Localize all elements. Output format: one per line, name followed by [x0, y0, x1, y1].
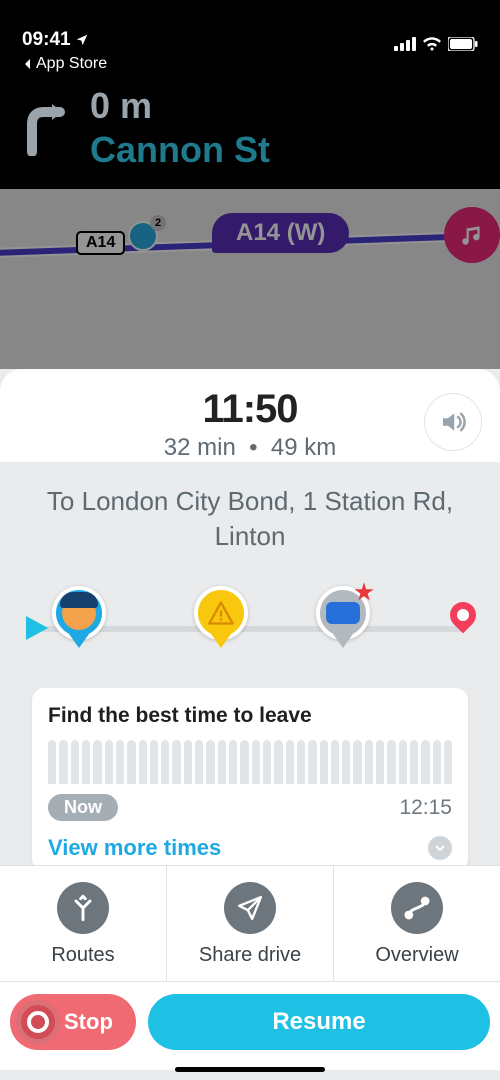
action-overview-label: Overview	[375, 944, 458, 967]
signal-icon	[394, 37, 416, 51]
warning-icon	[207, 599, 235, 627]
status-bar: 09:41	[0, 0, 500, 55]
eta-arrival-time: 11:50	[164, 387, 336, 432]
action-share-drive[interactable]: Share drive	[166, 866, 333, 981]
map[interactable]: A14 A14 (W) 2	[0, 189, 500, 369]
hazard-track	[20, 588, 480, 660]
battery-icon	[448, 37, 478, 51]
eta-sheet: 11:50 32 min • 49 km	[0, 369, 500, 462]
action-share-label: Share drive	[199, 944, 301, 967]
direction-distance: 0 m	[90, 85, 270, 127]
action-routes[interactable]: Routes	[0, 866, 166, 981]
hazard-pin-accident[interactable]	[316, 586, 370, 640]
wifi-icon	[422, 37, 442, 51]
send-icon	[237, 895, 263, 921]
action-overview[interactable]: Overview	[333, 866, 500, 981]
overview-icon	[403, 894, 431, 922]
resume-button[interactable]: Resume	[148, 994, 490, 1050]
back-to-app-store[interactable]: App Store	[0, 55, 500, 79]
best-time-title: Find the best time to leave	[48, 704, 452, 728]
hazard-pin-warning[interactable]	[194, 586, 248, 640]
destination-text: To London City Bond, 1 Station Rd, Linto…	[20, 484, 480, 554]
chevron-left-icon	[22, 58, 32, 70]
sound-button[interactable]	[424, 393, 482, 451]
action-row: Routes Share drive Overview	[0, 865, 500, 982]
status-time: 09:41	[22, 29, 71, 51]
chevron-down-icon	[428, 836, 452, 860]
view-more-times[interactable]: View more times	[48, 835, 452, 861]
best-time-end: 12:15	[399, 796, 452, 820]
start-arrow-icon	[26, 616, 48, 640]
routes-icon	[69, 894, 97, 922]
back-label: App Store	[36, 55, 107, 73]
home-indicator	[175, 1067, 325, 1072]
time-bars	[48, 740, 452, 784]
direction-street: Cannon St	[90, 129, 270, 171]
direction-panel: 0 m Cannon St	[0, 79, 500, 189]
hazard-pin-police[interactable]	[52, 586, 106, 640]
stop-button[interactable]: Stop	[10, 994, 136, 1050]
location-arrow-icon	[75, 33, 89, 47]
now-chip: Now	[48, 794, 118, 821]
turn-right-icon	[22, 100, 68, 156]
best-time-card[interactable]: Find the best time to leave Now 12:15 Vi…	[32, 688, 468, 871]
speaker-icon	[438, 407, 468, 437]
eta-subline: 32 min • 49 km	[164, 434, 336, 462]
bottom-bar: Stop Resume	[0, 982, 500, 1070]
action-routes-label: Routes	[51, 944, 114, 967]
stop-knob-icon	[16, 1000, 60, 1044]
